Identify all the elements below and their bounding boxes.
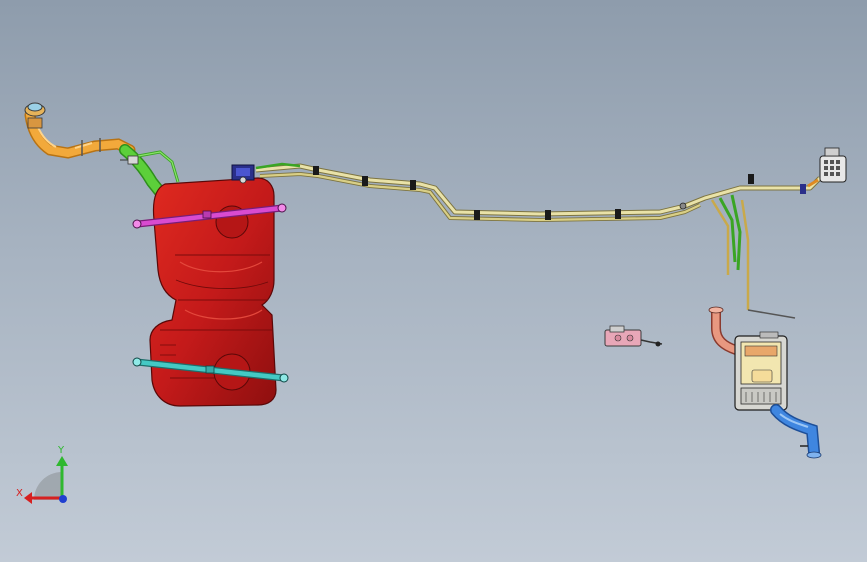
small-valve-assembly[interactable]: [604, 325, 663, 347]
y-axis-label: Y: [57, 445, 65, 456]
z-axis-dot: [59, 495, 67, 503]
canister-outlet-hose[interactable]: [770, 404, 822, 459]
coordinate-triad[interactable]: Y X: [16, 445, 68, 504]
x-axis-label: X: [16, 488, 23, 499]
evap-canister[interactable]: [734, 331, 788, 411]
canister-connector[interactable]: [807, 147, 847, 188]
canister-inlet-hose[interactable]: [708, 306, 741, 355]
fuel-lines[interactable]: [255, 162, 822, 319]
cad-viewport[interactable]: Y X: [0, 0, 867, 562]
fuel-pump-connector[interactable]: [231, 164, 255, 184]
fuel-filler-neck[interactable]: [24, 102, 136, 161]
cad-scene[interactable]: Y X: [0, 0, 867, 562]
